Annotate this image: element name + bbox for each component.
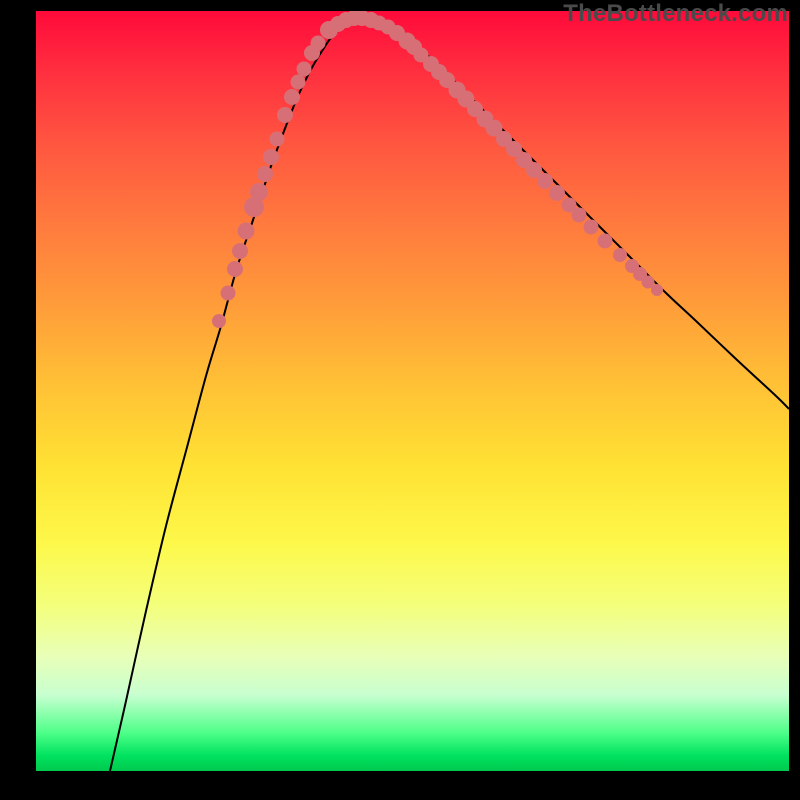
curve-marker	[291, 75, 306, 90]
chart-frame: TheBottleneck.com	[0, 0, 800, 800]
curve-marker	[537, 173, 553, 189]
curve-line	[110, 20, 789, 771]
curve-marker	[227, 261, 243, 277]
curve-marker	[221, 286, 236, 301]
curve-marker	[311, 36, 326, 51]
curve-marker	[263, 149, 279, 165]
curve-markers	[212, 11, 663, 328]
curve-marker	[549, 185, 565, 201]
curve-marker	[297, 62, 312, 77]
curve-marker	[238, 223, 255, 240]
curve-marker	[277, 107, 293, 123]
curve-marker	[212, 314, 226, 328]
curve-marker	[232, 243, 248, 259]
curve-marker	[257, 166, 273, 182]
chart-svg	[36, 11, 789, 771]
curve-marker	[613, 248, 627, 262]
chart-plot-area	[36, 11, 789, 771]
curve-marker	[250, 183, 268, 201]
curve-marker	[270, 132, 285, 147]
curve-marker	[584, 220, 599, 235]
curve-marker	[598, 234, 613, 249]
watermark-text: TheBottleneck.com	[563, 0, 788, 28]
curve-marker	[284, 89, 300, 105]
curve-marker	[651, 284, 663, 296]
curve-marker	[572, 208, 587, 223]
